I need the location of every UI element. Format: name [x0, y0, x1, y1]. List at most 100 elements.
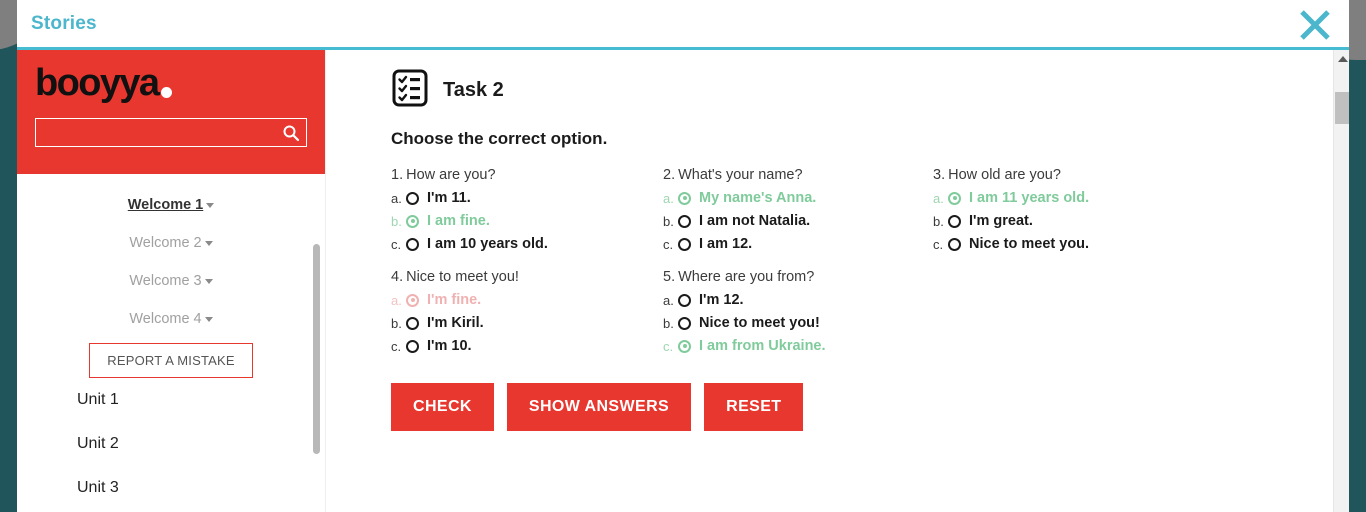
- option-letter: a.: [933, 190, 944, 206]
- radio-icon[interactable]: [406, 237, 419, 251]
- chevron-down-icon[interactable]: [206, 202, 215, 208]
- radio-icon[interactable]: [406, 214, 419, 228]
- radio-icon[interactable]: [948, 191, 961, 205]
- check-button[interactable]: CHECK: [391, 383, 494, 431]
- search-box[interactable]: [35, 118, 307, 147]
- option-row[interactable]: a. I'm fine.: [391, 292, 663, 308]
- question-prompt: What's your name?: [678, 167, 803, 183]
- reset-button[interactable]: RESET: [704, 383, 804, 431]
- radio-icon[interactable]: [678, 293, 691, 307]
- logo-dot-icon: [161, 87, 173, 98]
- logo-text: booyya: [35, 62, 160, 104]
- question-block: 1. How are you? a. I'm 11. b. I am fine. …: [391, 163, 663, 259]
- question-prompt: How are you?: [406, 167, 496, 183]
- sidebar-item-unit-1[interactable]: Unit 1: [17, 378, 325, 422]
- option-row[interactable]: c. I'm 10.: [391, 338, 663, 354]
- sidebar-item-welcome-4[interactable]: Welcome 4: [17, 300, 325, 338]
- option-label: I am 10 years old.: [427, 236, 548, 252]
- radio-icon[interactable]: [406, 293, 419, 307]
- option-letter: b.: [391, 315, 402, 331]
- radio-icon[interactable]: [406, 316, 419, 330]
- option-row[interactable]: b. I am not Natalia.: [663, 213, 933, 229]
- page-title: Stories: [31, 12, 97, 34]
- report-mistake-button[interactable]: REPORT A MISTAKE: [89, 343, 253, 378]
- radio-icon[interactable]: [678, 191, 691, 205]
- option-row[interactable]: b. I'm great.: [933, 213, 1213, 229]
- modal-header: Stories: [17, 0, 1349, 50]
- option-row[interactable]: c. I am 12.: [663, 236, 933, 252]
- question-number: 3.: [933, 167, 946, 183]
- chevron-down-icon[interactable]: [204, 316, 213, 322]
- radio-icon[interactable]: [406, 339, 419, 353]
- content-scrollbar[interactable]: [1333, 50, 1349, 512]
- search-input[interactable]: [36, 119, 306, 146]
- content-scrollbar-thumb[interactable]: [1335, 92, 1349, 124]
- chevron-down-icon[interactable]: [204, 240, 213, 246]
- radio-icon[interactable]: [678, 316, 691, 330]
- option-label: I am fine.: [427, 213, 490, 229]
- option-row[interactable]: c. Nice to meet you.: [933, 236, 1213, 252]
- sidebar-item-label: Welcome 1: [127, 197, 204, 213]
- radio-icon[interactable]: [678, 237, 691, 251]
- option-row[interactable]: b. I'm Kiril.: [391, 315, 663, 331]
- question-number: 2.: [663, 167, 676, 183]
- radio-icon[interactable]: [406, 191, 419, 205]
- option-letter: a.: [663, 190, 674, 206]
- sidebar-item-label: Welcome 3: [129, 273, 202, 289]
- action-buttons: CHECK SHOW ANSWERS RESET: [391, 383, 1349, 431]
- stories-modal: Stories booyya Welcome 1 Welcome 2 Welco…: [17, 0, 1349, 512]
- question-block: 3. How old are you? a. I am 11 years old.…: [933, 163, 1213, 259]
- scroll-up-arrow-icon[interactable]: [1338, 56, 1348, 62]
- option-letter: a.: [391, 292, 402, 308]
- option-row[interactable]: c. I am from Ukraine.: [663, 338, 933, 354]
- sidebar-item-label: Welcome 4: [129, 311, 202, 327]
- show-answers-button[interactable]: SHOW ANSWERS: [506, 383, 692, 431]
- question-text: 4. Nice to meet you!: [391, 269, 663, 285]
- task-instruction: Choose the correct option.: [391, 129, 608, 148]
- option-letter: c.: [391, 338, 402, 354]
- question-text: 2. What's your name?: [663, 167, 933, 183]
- question-text: 3. How old are you?: [933, 167, 1213, 183]
- option-label: Nice to meet you.: [969, 236, 1090, 252]
- question-block: 5. Where are you from? a. I'm 12. b. Nice…: [663, 265, 933, 361]
- option-row[interactable]: b. Nice to meet you!: [663, 315, 933, 331]
- option-label: I am 12.: [699, 236, 753, 252]
- option-label: I am from Ukraine.: [699, 338, 826, 354]
- option-label: I am not Natalia.: [699, 213, 811, 229]
- question-prompt: How old are you?: [948, 167, 1061, 183]
- option-row[interactable]: b. I am fine.: [391, 213, 663, 229]
- chevron-down-icon[interactable]: [204, 278, 213, 284]
- option-row[interactable]: c. I am 10 years old.: [391, 236, 663, 252]
- option-label: I'm great.: [969, 213, 1033, 229]
- radio-icon[interactable]: [678, 214, 691, 228]
- sidebar-scrollbar[interactable]: [313, 174, 320, 512]
- option-letter: b.: [663, 315, 674, 331]
- sidebar-item-welcome-1[interactable]: Welcome 1: [17, 186, 325, 224]
- sidebar-item-welcome-2[interactable]: Welcome 2: [17, 224, 325, 262]
- option-label: I am 11 years old.: [969, 190, 1090, 206]
- option-label: I'm 10.: [427, 338, 472, 354]
- sidebar-item-unit-3[interactable]: Unit 3: [17, 466, 325, 510]
- checklist-clipboard-icon: [391, 68, 429, 113]
- question-prompt: Where are you from?: [678, 269, 815, 285]
- sidebar-nav: Welcome 1 Welcome 2 Welcome 3 Welcome 4 …: [17, 174, 325, 512]
- option-label: I'm fine.: [427, 292, 482, 308]
- sidebar-item-unit-2[interactable]: Unit 2: [17, 422, 325, 466]
- search-icon[interactable]: [282, 124, 300, 147]
- option-row[interactable]: a. My name's Anna.: [663, 190, 933, 206]
- sidebar-item-welcome-3[interactable]: Welcome 3: [17, 262, 325, 300]
- option-row[interactable]: a. I am 11 years old.: [933, 190, 1213, 206]
- question-text: 1. How are you?: [391, 167, 663, 183]
- radio-icon[interactable]: [678, 339, 691, 353]
- option-row[interactable]: a. I'm 12.: [663, 292, 933, 308]
- sidebar-item-label: Welcome 2: [129, 235, 202, 251]
- task-panel: Task 2 Choose the correct option. 1. How …: [326, 50, 1349, 512]
- option-label: I'm 11.: [427, 190, 471, 206]
- close-icon[interactable]: [1293, 4, 1337, 46]
- sidebar-scrollbar-thumb[interactable]: [313, 244, 320, 454]
- radio-icon[interactable]: [948, 237, 961, 251]
- option-letter: b.: [933, 213, 944, 229]
- modal-body: booyya Welcome 1 Welcome 2 Welcome 3 Wel…: [17, 50, 1349, 512]
- radio-icon[interactable]: [948, 214, 961, 228]
- option-row[interactable]: a. I'm 11.: [391, 190, 663, 206]
